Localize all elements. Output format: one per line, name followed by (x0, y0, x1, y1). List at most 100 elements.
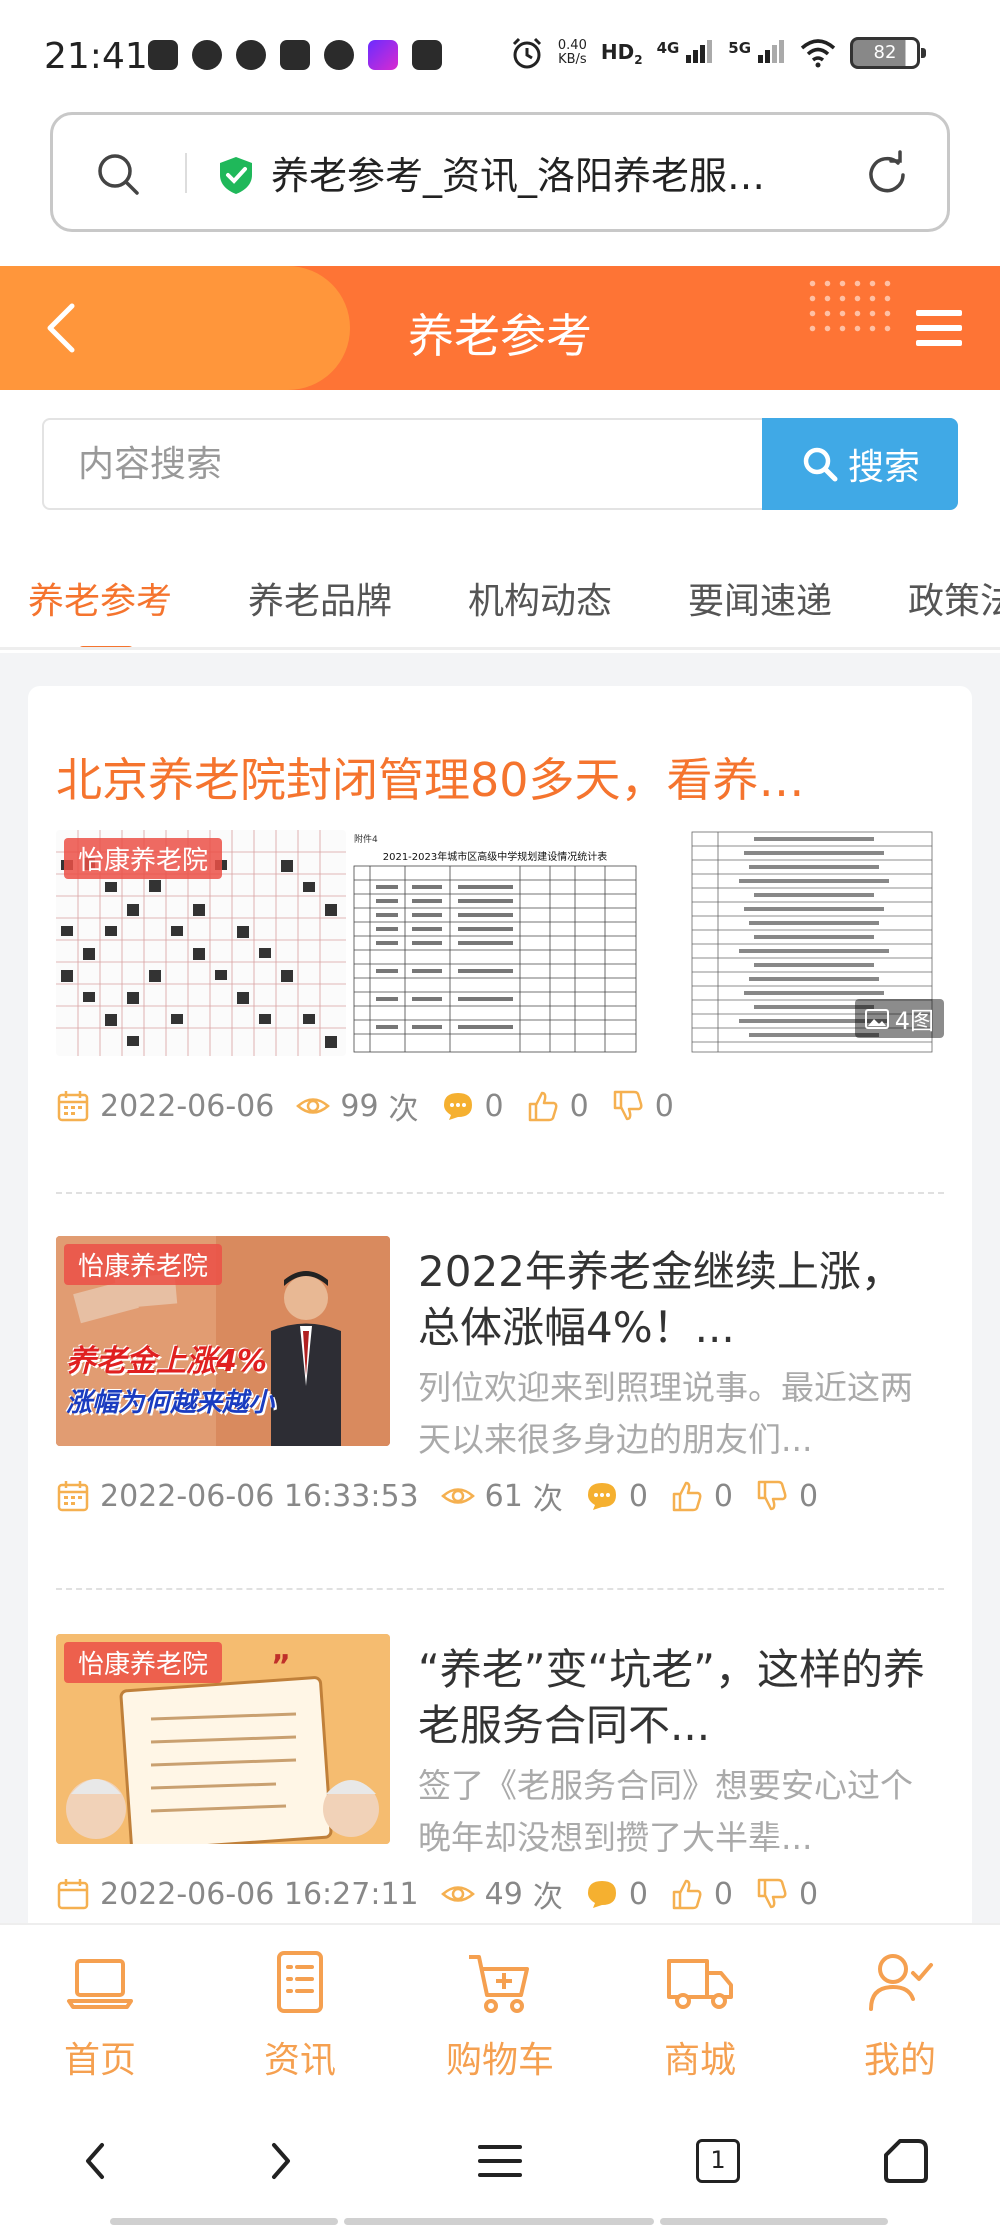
content-search-input[interactable] (44, 420, 764, 508)
browser-forward-icon[interactable] (252, 2133, 308, 2189)
table-image (353, 865, 637, 1053)
browser-address-bar[interactable]: 养老参考_资讯_洛阳养老服… (50, 112, 950, 232)
page-header: 养老参考 (0, 266, 1000, 390)
tab-jigou-dongtai[interactable]: 机构动态 (468, 572, 612, 624)
content-search: 搜索 (42, 418, 958, 510)
status-app-icons (148, 40, 442, 70)
search-button[interactable]: 搜索 (762, 418, 958, 510)
tab-yanglao-cankao[interactable]: 养老参考 (28, 572, 172, 624)
nav-home[interactable]: 首页 (0, 1947, 200, 2083)
article-title[interactable]: 北京养老院封闭管理80多天，看养… (56, 744, 936, 810)
alipay-app-icon (412, 40, 442, 70)
article-date: 2022-06-06 (100, 1088, 275, 1124)
view-unit: 次 (388, 1092, 419, 1127)
status-indicators: 0.40 KB/s HD2 4G 5G 82 (510, 36, 926, 70)
svg-text:”: ” (271, 1649, 291, 1684)
source-badge: 怡康养老院 (64, 1244, 223, 1285)
url-title[interactable]: 养老参考_资讯_洛阳养老服… (271, 145, 871, 200)
source-badge: 怡康养老院 (64, 838, 223, 879)
bottom-navigation: 首页 资讯 购物车 商城 我的 (0, 1923, 1000, 2093)
comment-icon (587, 1483, 616, 1510)
view-unit: 次 (532, 1482, 563, 1517)
music-app-icon (148, 40, 178, 70)
network-speed: 0.40 KB/s (557, 38, 587, 67)
view-count: 49 (484, 1876, 523, 1912)
calendar-icon (57, 1091, 89, 1122)
article-description: 签了《老服务合同》想要安心过个晚年却没想到攒了大半辈... (418, 1766, 913, 1857)
article-thumbnail[interactable]: 怡康养老院 (56, 830, 346, 1056)
status-time: 21:41 (44, 36, 148, 77)
status-bar: 21:41 0.40 KB/s HD2 4G 5G 82 (0, 0, 1000, 110)
nav-cart-label: 购物车 (445, 2040, 554, 2081)
article-description: 列位欢迎来到照理说事。最近这两天以来很多身边的朋友们... (418, 1368, 913, 1459)
like-count: 0 (569, 1088, 589, 1124)
reload-icon[interactable] (861, 149, 913, 201)
browser-back-icon[interactable] (68, 2133, 124, 2189)
article-thumbnail[interactable]: 4图 (644, 830, 944, 1056)
thumbnail-caption: 养老金上涨4% (66, 1344, 267, 1379)
truck-icon (667, 1959, 733, 2009)
mail-app-icon (280, 40, 310, 70)
calendar-icon (57, 1879, 89, 1910)
browser-tabs-button[interactable]: 1 (690, 2133, 746, 2189)
article-list: 北京养老院封闭管理80多天，看养… 怡康养老院 附件4 2021-2023年城市… (28, 686, 972, 1976)
battery-indicator: 82 (850, 37, 926, 69)
page-title: 养老参考 (408, 309, 592, 363)
like-count: 0 (713, 1876, 733, 1912)
thumbs-up-icon[interactable] (670, 1877, 704, 1911)
signal-bars-icon (686, 39, 713, 63)
nav-mine-label: 我的 (863, 2040, 936, 2081)
gesture-bar (110, 2218, 338, 2225)
search-button-label: 搜索 (847, 447, 920, 488)
article-meta: 2022-06-06 16:27:11 49 次 0 0 0 (56, 1872, 818, 1916)
signal-4g: 4G (657, 39, 715, 68)
douyin-app-icon (236, 40, 266, 70)
thumbs-down-icon[interactable] (755, 1479, 789, 1513)
nav-mall[interactable]: 商城 (600, 1947, 800, 2083)
camera-app-icon (192, 40, 222, 70)
article-title[interactable]: “养老”变“坑老”，这样的养老服务合同不... (418, 1642, 938, 1754)
url-divider (185, 153, 187, 193)
alarm-icon (512, 37, 541, 69)
menu-icon[interactable] (916, 308, 962, 348)
browser-home-icon[interactable] (878, 2133, 934, 2189)
nav-mine[interactable]: 我的 (800, 1947, 1000, 2083)
article-thumbnail[interactable]: 附件4 2021-2023年城市区高级中学规划建设情况统计表 (350, 830, 640, 1056)
comment-icon (587, 1881, 616, 1908)
thumbnail-caption: 涨幅为何越来越小 (66, 1388, 275, 1418)
tab-zhengce[interactable]: 政策法 (908, 572, 1000, 624)
cart-icon (469, 1955, 529, 2013)
tab-count: 1 (696, 2139, 740, 2183)
article-thumbnail[interactable]: 怡康养老院 养老金上涨4% 涨幅为何越来越小 (56, 1236, 390, 1446)
thumbs-down-icon[interactable] (755, 1877, 789, 1911)
dislike-count: 0 (654, 1088, 674, 1124)
browser-menu-icon[interactable] (472, 2133, 528, 2189)
search-icon[interactable] (95, 151, 141, 197)
user-check-icon (869, 1954, 933, 2011)
comment-count: 0 (628, 1876, 648, 1912)
laptop-icon (67, 1959, 133, 2009)
image-count-badge: 4图 (854, 999, 944, 1038)
search-icon (803, 447, 838, 482)
eye-icon (296, 1098, 331, 1114)
tab-yanglao-pinpai[interactable]: 养老品牌 (248, 572, 392, 624)
tab-yaowen-sudi[interactable]: 要闻速递 (688, 572, 832, 624)
nav-news[interactable]: 资讯 (200, 1947, 400, 2083)
thumbs-up-icon[interactable] (670, 1479, 704, 1513)
nav-cart[interactable]: 购物车 (400, 1947, 600, 2083)
view-count: 99 (340, 1088, 379, 1124)
image-icon (864, 1008, 889, 1029)
article-meta: 2022-06-06 16:33:53 61 次 0 0 0 (56, 1474, 818, 1518)
nav-home-label: 首页 (63, 2040, 136, 2081)
nav-mall-label: 商城 (663, 2040, 736, 2081)
wechat-app-icon (324, 40, 354, 70)
comment-count: 0 (484, 1088, 504, 1124)
thumbs-down-icon[interactable] (611, 1089, 645, 1123)
wifi-icon (800, 39, 836, 68)
thumbs-up-icon[interactable] (526, 1089, 560, 1123)
category-tabs: 养老参考 养老品牌 机构动态 要闻速递 政策法 (0, 540, 1000, 650)
article-thumbnail[interactable]: ” 怡康养老院 (56, 1634, 390, 1844)
article-title[interactable]: 2022年养老金继续上涨，总体涨幅4%！... (418, 1244, 938, 1356)
comment-count: 0 (628, 1478, 648, 1514)
like-count: 0 (713, 1478, 733, 1514)
